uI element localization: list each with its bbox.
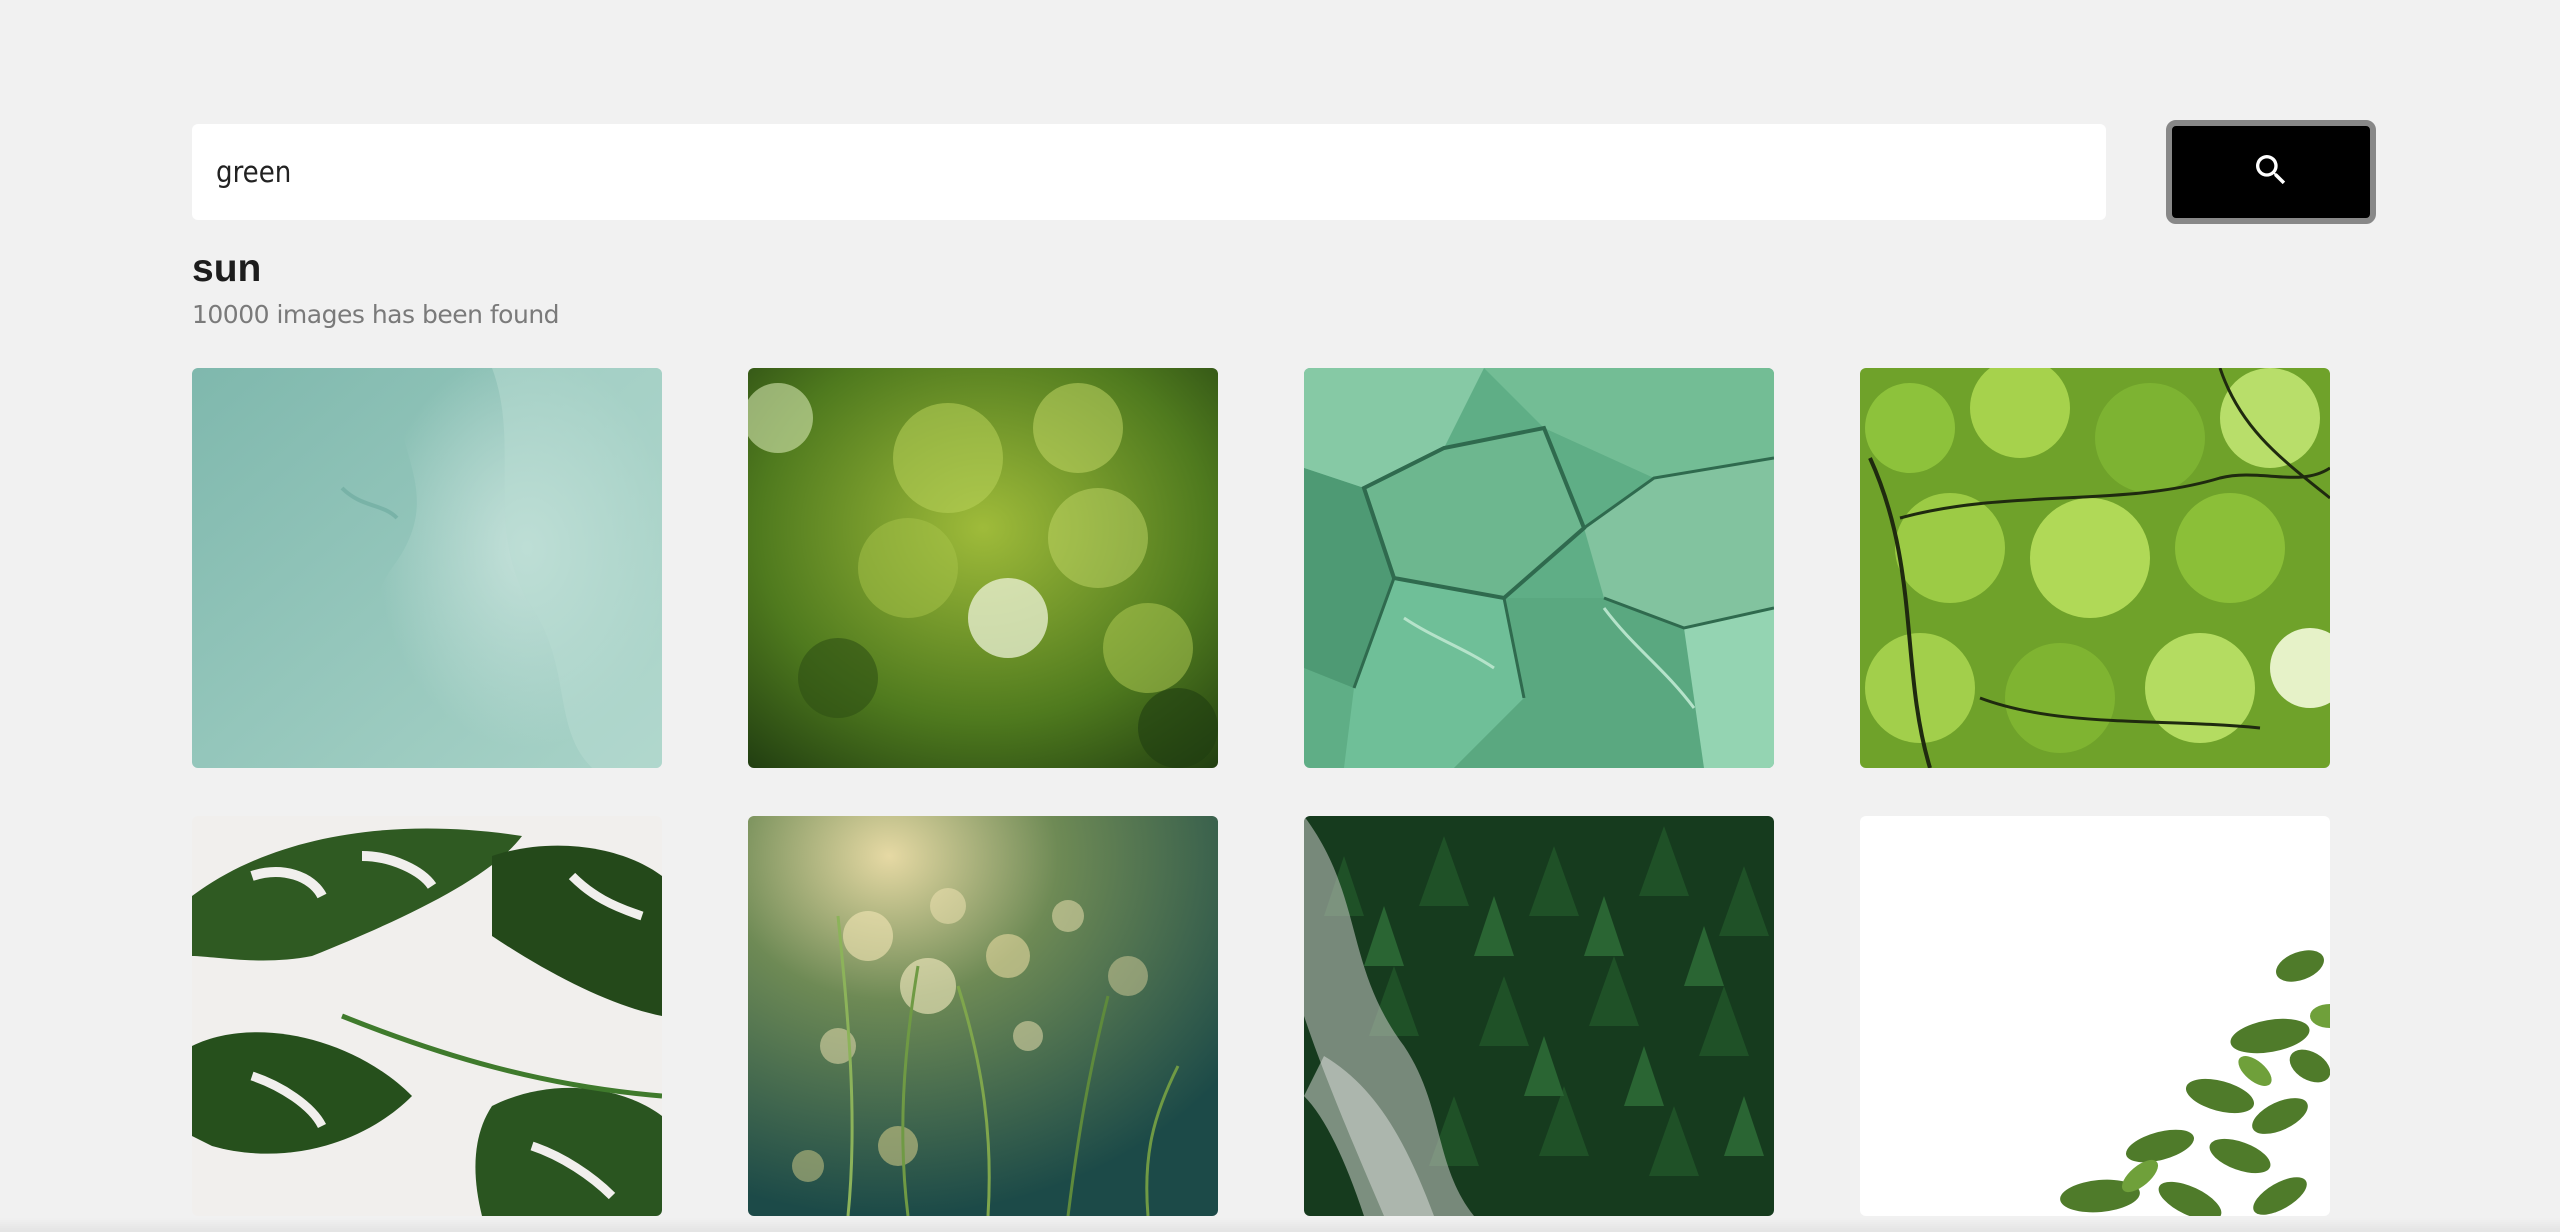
teal-texture-image bbox=[192, 368, 662, 768]
misty-pine-forest-image bbox=[1304, 816, 1774, 1216]
green-bokeh-image bbox=[748, 368, 1218, 768]
monstera-leaves-image bbox=[192, 816, 662, 1216]
plant-on-white-image bbox=[1860, 816, 2330, 1216]
results-title: sun bbox=[192, 247, 262, 290]
image-tile-teal-texture[interactable] bbox=[192, 368, 662, 768]
green-leaves-canopy-image bbox=[1860, 368, 2330, 768]
search-icon bbox=[2251, 150, 2291, 195]
image-tile-plant-on-white[interactable] bbox=[1860, 816, 2330, 1216]
image-search-page: sun 10000 images has been found bbox=[0, 0, 2560, 1232]
bottom-shadow bbox=[0, 1218, 2560, 1232]
results-count: 10000 images has been found bbox=[192, 300, 560, 329]
search-button[interactable] bbox=[2166, 120, 2376, 224]
image-tile-green-bokeh[interactable] bbox=[748, 368, 1218, 768]
image-tile-dewy-grass-bokeh[interactable] bbox=[748, 816, 1218, 1216]
image-grid bbox=[192, 368, 2330, 1216]
dewy-grass-bokeh-image bbox=[748, 816, 1218, 1216]
image-tile-misty-pine-forest[interactable] bbox=[1304, 816, 1774, 1216]
image-tile-green-leaves-canopy[interactable] bbox=[1860, 368, 2330, 768]
image-tile-monstera-leaves[interactable] bbox=[192, 816, 662, 1216]
image-tile-green-marble[interactable] bbox=[1304, 368, 1774, 768]
search-input[interactable] bbox=[192, 124, 2106, 220]
green-marble-image bbox=[1304, 368, 1774, 768]
search-bar bbox=[192, 120, 2376, 224]
